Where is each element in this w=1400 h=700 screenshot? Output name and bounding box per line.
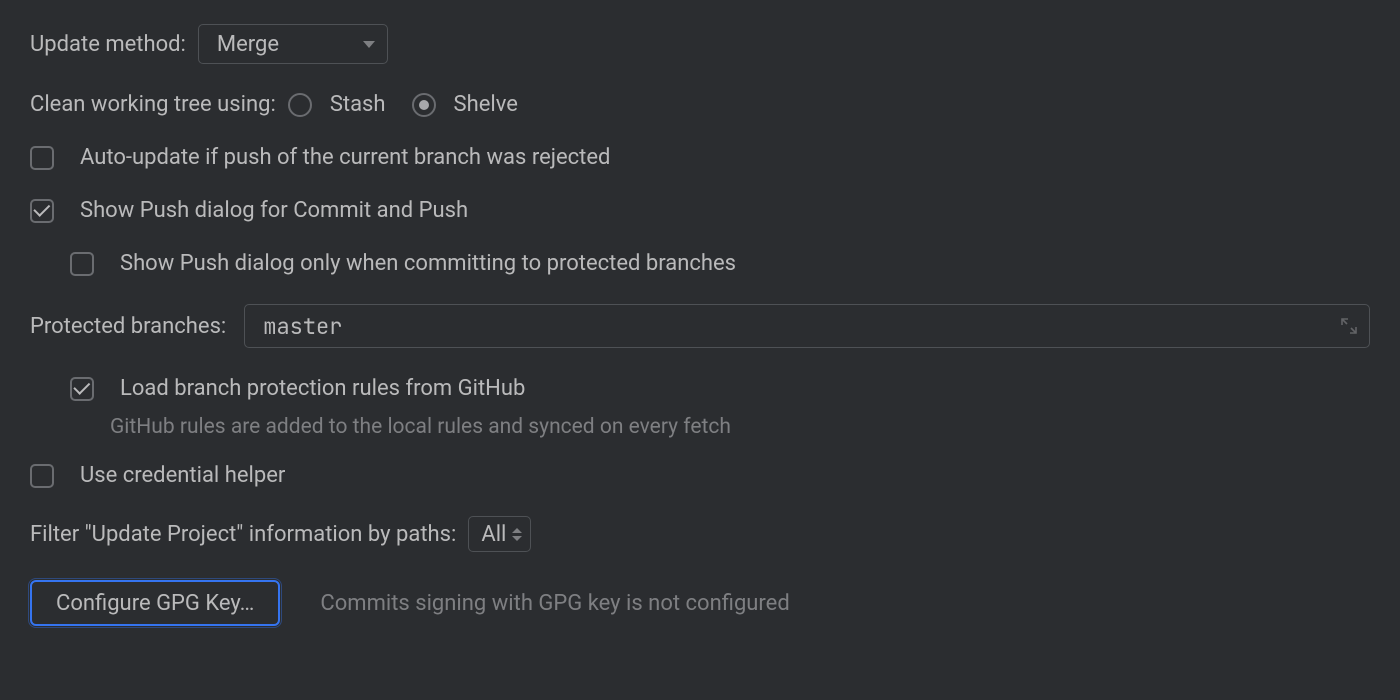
show-push-checkbox[interactable] [30,199,54,223]
filter-paths-label: Filter "Update Project" information by p… [30,522,456,547]
clean-tree-row: Clean working tree using: Stash Shelve [30,92,1370,117]
filter-paths-row: Filter "Update Project" information by p… [30,516,1370,552]
protected-branches-row: Protected branches: master [30,304,1370,348]
show-push-protected-label: Show Push dialog only when committing to… [120,251,736,276]
load-github-rules-checkbox[interactable] [70,377,94,401]
radio-stash[interactable] [288,93,312,117]
load-github-rules-help: GitHub rules are added to the local rule… [30,415,1370,439]
auto-update-row: Auto-update if push of the current branc… [30,145,1370,170]
update-method-combo[interactable]: Merge [198,24,388,64]
credential-helper-label: Use credential helper [80,463,285,488]
load-github-rules-label: Load branch protection rules from GitHub [120,376,525,401]
credential-helper-row: Use credential helper [30,463,1370,488]
expand-icon[interactable] [1339,316,1359,336]
update-method-value: Merge [217,32,279,57]
filter-paths-value: All [481,522,506,547]
auto-update-label: Auto-update if push of the current branc… [80,145,610,170]
chevron-down-icon [363,41,375,48]
show-push-row: Show Push dialog for Commit and Push [30,198,1370,223]
show-push-protected-row: Show Push dialog only when committing to… [30,251,1370,276]
gpg-hint: Commits signing with GPG key is not conf… [320,591,789,616]
filter-paths-combo[interactable]: All [468,516,531,552]
credential-helper-checkbox[interactable] [30,464,54,488]
radio-shelve-label: Shelve [454,92,518,117]
radio-shelve[interactable] [412,93,436,117]
protected-branches-field[interactable]: master [244,304,1370,348]
auto-update-checkbox[interactable] [30,146,54,170]
configure-gpg-button[interactable]: Configure GPG Key… [30,580,280,626]
updown-icon [512,528,522,541]
update-method-label: Update method: [30,32,186,57]
load-github-rules-row: Load branch protection rules from GitHub [30,376,1370,401]
radio-stash-label: Stash [330,92,386,117]
show-push-label: Show Push dialog for Commit and Push [80,198,468,223]
update-method-row: Update method: Merge [30,24,1370,64]
protected-branches-value: master [263,312,342,341]
configure-gpg-button-label: Configure GPG Key… [56,591,254,616]
gpg-row: Configure GPG Key… Commits signing with … [30,580,1370,626]
protected-branches-label: Protected branches: [30,314,226,339]
show-push-protected-checkbox[interactable] [70,252,94,276]
clean-tree-label: Clean working tree using: [30,92,276,117]
git-settings-panel: Update method: Merge Clean working tree … [0,0,1400,626]
